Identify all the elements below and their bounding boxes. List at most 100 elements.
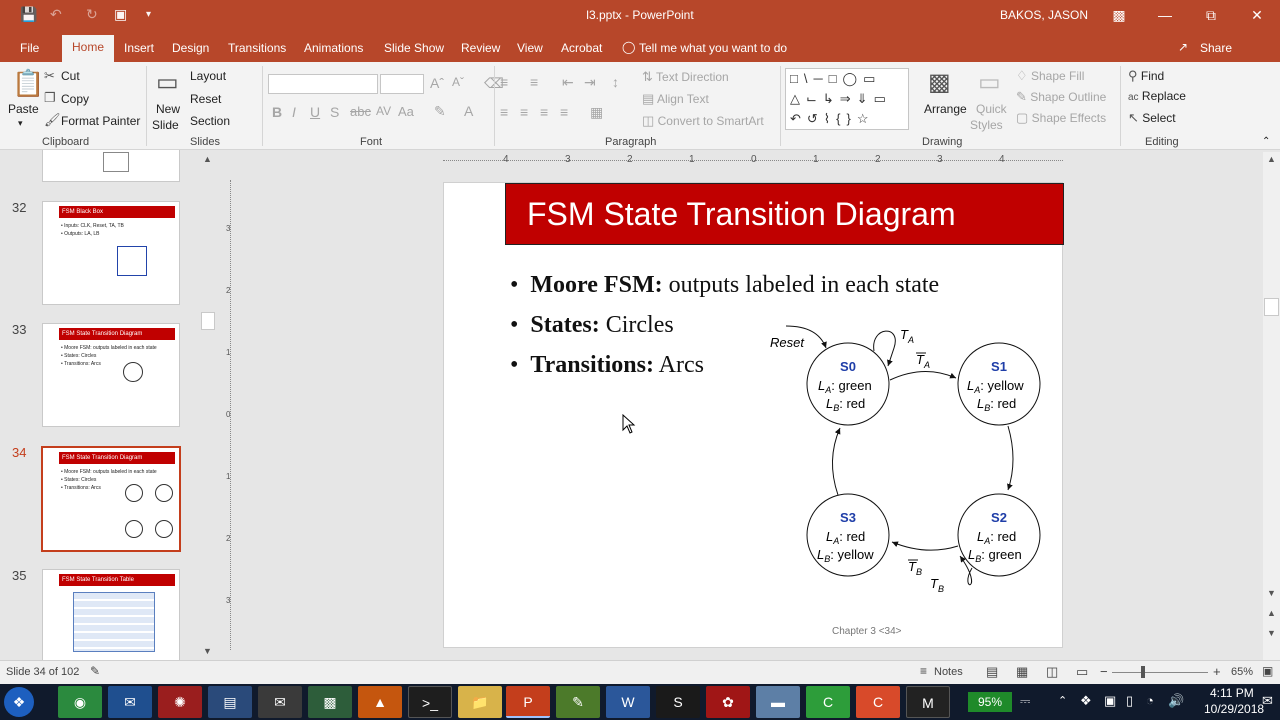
minimize-icon[interactable]: — — [1150, 4, 1180, 26]
shape-effects-button[interactable]: ▢ Shape Effects — [1016, 110, 1106, 126]
notes-button[interactable]: Notes — [934, 666, 963, 678]
chrome-icon[interactable]: ◉ — [58, 686, 102, 718]
copy-button[interactable]: Copy — [61, 92, 89, 106]
tab-review[interactable]: Review — [461, 41, 500, 55]
slide-bullet[interactable]: • Moore FSM: outputs labeled in each sta… — [510, 272, 939, 299]
tab-insert[interactable]: Insert — [124, 41, 154, 55]
quick-styles-button[interactable]: Quick — [976, 102, 1007, 116]
zoom-slider[interactable] — [1112, 672, 1208, 673]
strikethrough-icon[interactable]: abc — [350, 104, 371, 119]
battery-indicator[interactable]: 95% — [968, 692, 1012, 712]
bullets-icon[interactable]: ≡ — [500, 74, 508, 90]
tab-design[interactable]: Design — [172, 41, 209, 55]
scroll-up-icon[interactable]: ▲ — [1267, 154, 1276, 164]
app-m-icon[interactable]: M — [906, 686, 950, 718]
slide-scrollbar[interactable]: ▲ ▼ ▲ ▼ — [1263, 152, 1280, 660]
mail-icon[interactable]: ✉ — [258, 686, 302, 718]
paste-dropdown-icon[interactable]: ▾ — [18, 118, 23, 129]
columns-icon[interactable]: ▦ — [590, 104, 603, 121]
font-name-box[interactable] — [268, 74, 378, 94]
char-spacing-icon[interactable]: AV — [376, 104, 391, 118]
layout-button[interactable]: Layout — [190, 69, 226, 83]
paste-icon[interactable]: 📋 — [12, 68, 44, 99]
paste-button[interactable]: Paste — [8, 102, 39, 116]
volume-icon[interactable]: 🔊 — [1168, 693, 1184, 709]
powerpoint-icon[interactable]: P — [506, 686, 550, 718]
app-c-green-icon[interactable]: C — [806, 686, 850, 718]
shape-outline-button[interactable]: ✎ Shape Outline — [1016, 89, 1106, 105]
slide-bullet[interactable]: • Transitions: Arcs — [510, 352, 704, 379]
italic-icon[interactable]: I — [292, 104, 296, 120]
tell-me-search[interactable]: Tell me what you want to do — [639, 41, 787, 55]
image-editor-icon[interactable]: ✎ — [556, 686, 600, 718]
slide-title[interactable]: FSM State Transition Diagram — [527, 196, 956, 233]
matlab-icon[interactable]: ▲ — [358, 686, 402, 718]
find-button[interactable]: ⚲ Find — [1128, 68, 1164, 84]
restore-icon[interactable]: ⧉ — [1196, 4, 1226, 26]
app-s-icon[interactable]: S — [656, 686, 700, 718]
scroll-down-icon[interactable]: ▼ — [1267, 588, 1276, 598]
arrange-button[interactable]: Arrange — [924, 102, 967, 116]
slide-thumbnail-32[interactable]: FSM Black Box • Inputs: CLK, Reset, TA, … — [42, 201, 180, 305]
shrink-font-icon[interactable]: Aˇ — [452, 75, 464, 89]
tab-animations[interactable]: Animations — [304, 41, 363, 55]
terminal-icon[interactable]: >_ — [408, 686, 452, 718]
ribbon-display-options-icon[interactable]: ▩ — [1104, 4, 1134, 26]
slide-sorter-icon[interactable]: ▦ — [1016, 664, 1028, 680]
zoom-level[interactable]: 65% — [1231, 666, 1253, 678]
network-icon[interactable]: ▤ — [208, 686, 252, 718]
monitor-icon[interactable]: ▩ — [308, 686, 352, 718]
font-size-box[interactable] — [380, 74, 424, 94]
align-right-icon[interactable]: ≡ — [540, 104, 548, 120]
close-icon[interactable]: ✕ — [1242, 4, 1272, 26]
word-icon[interactable]: W — [606, 686, 650, 718]
format-painter-button[interactable]: Format Painter — [61, 114, 140, 128]
scroll-thumb[interactable] — [1264, 298, 1279, 316]
quick-styles-icon[interactable]: ▭ — [978, 68, 1001, 97]
select-button[interactable]: ↖ Select — [1128, 110, 1176, 126]
font-color-icon[interactable]: ✎ — [434, 103, 446, 120]
collapse-ribbon-icon[interactable]: ⌃ — [1262, 136, 1270, 147]
change-case-icon[interactable]: Aa — [398, 104, 414, 119]
tray-expand-icon[interactable]: ⌃ — [1058, 694, 1067, 707]
align-left-icon[interactable]: ≡ — [500, 104, 508, 120]
slide-thumbnail-33[interactable]: FSM State Transition Diagram • Moore FSM… — [42, 323, 180, 427]
line-spacing-icon[interactable]: ↕ — [612, 74, 619, 90]
user-name[interactable]: BAKOS, JASON — [1000, 8, 1088, 22]
fit-slide-icon[interactable]: ▣ — [1262, 664, 1273, 678]
zoom-slider-thumb[interactable] — [1141, 666, 1145, 678]
zoom-out-icon[interactable]: − — [1100, 664, 1108, 679]
start-button[interactable]: ❖ — [4, 687, 34, 717]
normal-view-icon[interactable]: ▤ — [986, 664, 998, 680]
app-icon[interactable]: ✺ — [158, 686, 202, 718]
reset-button[interactable]: Reset — [190, 92, 221, 106]
clock-time[interactable]: 4:11 PM — [1210, 686, 1254, 700]
font-color-a-icon[interactable]: A — [464, 103, 473, 119]
next-slide-icon[interactable]: ▼ — [1267, 628, 1276, 638]
slide-thumbnail-31[interactable] — [42, 150, 180, 182]
shapes-gallery[interactable]: □\─□◯▭ △⌙↳⇒⇓▭ ↶↺⌇{}☆ — [785, 68, 909, 130]
decrease-indent-icon[interactable]: ⇤ — [562, 74, 574, 91]
battery-icon[interactable]: ▯ — [1126, 693, 1133, 709]
scroll-up-icon[interactable]: ▲ — [203, 154, 212, 164]
slideshow-view-icon[interactable]: ▭ — [1076, 664, 1088, 680]
section-button[interactable]: Section — [190, 114, 230, 128]
shadow-icon[interactable]: S — [330, 104, 339, 120]
spell-check-icon[interactable]: ✎ — [90, 664, 100, 678]
thunderbird-icon[interactable]: ✉ — [108, 686, 152, 718]
wifi-icon[interactable]: ◔ — [1146, 693, 1154, 708]
tab-acrobat[interactable]: Acrobat — [561, 41, 602, 55]
zoom-in-icon[interactable]: + — [1213, 664, 1221, 679]
tab-view[interactable]: View — [517, 41, 543, 55]
share-button[interactable]: Share — [1200, 41, 1232, 55]
numbering-icon[interactable]: ≡ — [530, 74, 538, 90]
grow-font-icon[interactable]: Aˆ — [430, 75, 444, 91]
increase-indent-icon[interactable]: ⇥ — [584, 74, 596, 91]
previous-slide-icon[interactable]: ▲ — [1267, 608, 1276, 618]
tray-app-icon[interactable]: ▣ — [1104, 693, 1116, 709]
slide-thumbnail-34[interactable]: FSM State Transition Diagram • Moore FSM… — [41, 446, 181, 552]
tab-slide-show[interactable]: Slide Show — [384, 41, 444, 55]
quick-styles-label[interactable]: Styles — [970, 118, 1003, 132]
reading-view-icon[interactable]: ◫ — [1046, 664, 1058, 680]
cut-button[interactable]: Cut — [61, 69, 80, 83]
